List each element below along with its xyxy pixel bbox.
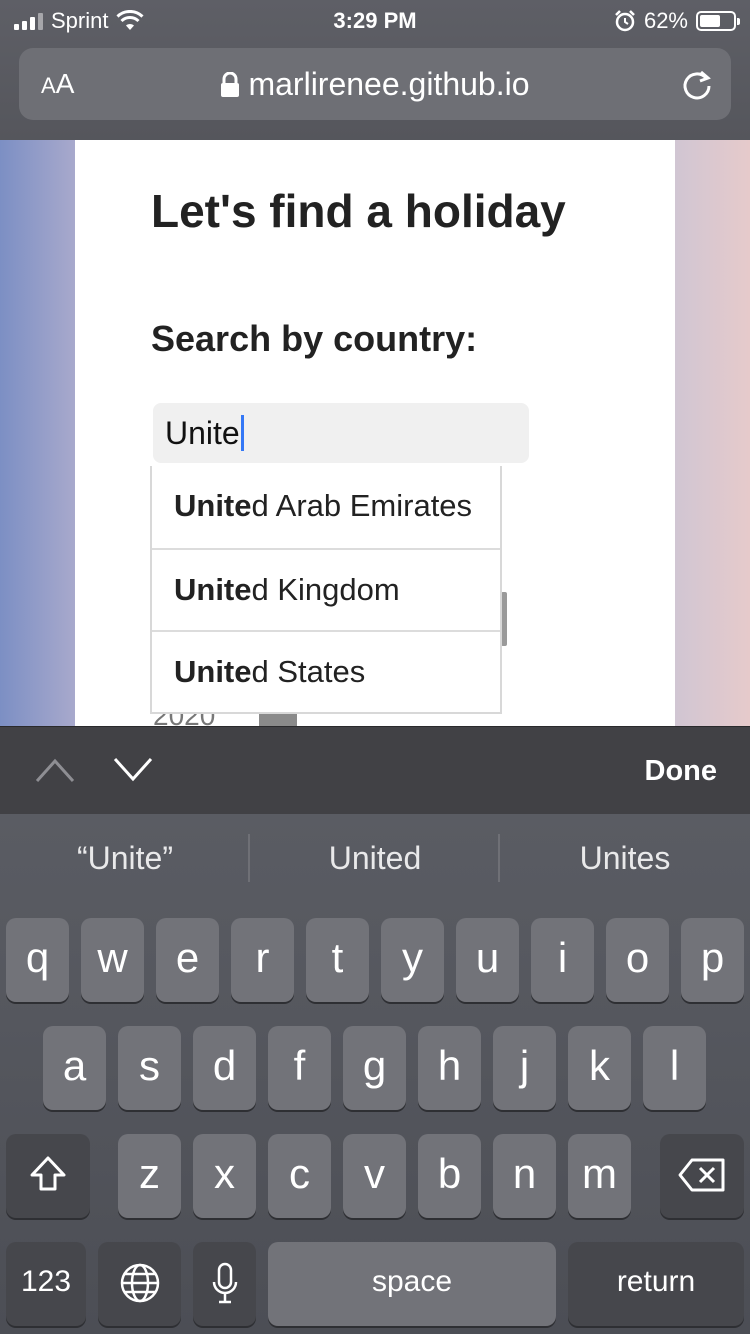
lock-icon <box>221 72 240 97</box>
key-r[interactable]: r <box>231 918 294 1002</box>
url-text: marlirenee.github.io <box>248 66 530 102</box>
prediction-3[interactable]: Unites <box>500 832 750 884</box>
previous-field-icon[interactable] <box>34 755 76 785</box>
suggestion-rest: d States <box>251 654 366 689</box>
prediction-1[interactable]: “Unite” <box>0 832 250 884</box>
key-a[interactable]: a <box>43 1026 106 1110</box>
url-display[interactable]: marlirenee.github.io <box>19 66 731 103</box>
numbers-key[interactable]: 123 <box>6 1242 86 1326</box>
key-z[interactable]: z <box>118 1134 181 1218</box>
key-o[interactable]: o <box>606 918 669 1002</box>
autocomplete-list: United Arab Emirates United Kingdom Unit… <box>150 466 502 714</box>
search-heading: Search by country: <box>151 318 478 359</box>
key-w[interactable]: w <box>81 918 144 1002</box>
key-y[interactable]: y <box>381 918 444 1002</box>
alarm-icon <box>615 10 635 32</box>
delete-key[interactable] <box>660 1134 744 1218</box>
predictive-bar: “Unite” United Unites <box>0 814 750 910</box>
reload-icon[interactable] <box>679 66 715 102</box>
page-title: Let's find a holiday <box>151 185 566 237</box>
globe-key[interactable] <box>98 1242 181 1326</box>
address-bar[interactable]: AA marlirenee.github.io <box>19 48 731 120</box>
space-key[interactable]: space <box>268 1242 556 1326</box>
status-bar: Sprint 3:29 PM 62% <box>0 0 750 42</box>
key-u[interactable]: u <box>456 918 519 1002</box>
suggestion-united-arab-emirates[interactable]: United Arab Emirates <box>152 466 500 548</box>
key-k[interactable]: k <box>568 1026 631 1110</box>
key-i[interactable]: i <box>531 918 594 1002</box>
key-e[interactable]: e <box>156 918 219 1002</box>
status-right: 62% <box>614 8 740 34</box>
suggestion-united-states[interactable]: United States <box>152 630 500 712</box>
key-x[interactable]: x <box>193 1134 256 1218</box>
key-q[interactable]: q <box>6 918 69 1002</box>
backspace-icon <box>678 1158 725 1192</box>
key-s[interactable]: s <box>118 1026 181 1110</box>
key-j[interactable]: j <box>493 1026 556 1110</box>
keyboard-accessory-bar: Done <box>0 726 750 814</box>
key-f[interactable]: f <box>268 1026 331 1110</box>
content-card: Let's find a holiday Search by country: … <box>75 140 675 740</box>
text-caret <box>240 415 244 451</box>
suggestion-rest: d Kingdom <box>251 572 400 607</box>
key-h[interactable]: h <box>418 1026 481 1110</box>
suggestion-rest: d Arab Emirates <box>251 488 473 523</box>
shift-icon <box>30 1156 66 1191</box>
microphone-icon <box>212 1262 237 1304</box>
globe-icon <box>120 1263 159 1303</box>
suggestion-match: Unite <box>174 488 252 523</box>
key-n[interactable]: n <box>493 1134 556 1218</box>
return-key[interactable]: return <box>568 1242 744 1326</box>
key-g[interactable]: g <box>343 1026 406 1110</box>
country-search-input[interactable]: Unite <box>153 403 529 463</box>
browser-chrome: Sprint 3:29 PM 62% AA marlirenee.github.… <box>0 0 750 140</box>
key-m[interactable]: m <box>568 1134 631 1218</box>
search-input-value: Unite <box>165 414 240 451</box>
suggestion-match: Unite <box>174 572 252 607</box>
web-page: Let's find a holiday Search by country: … <box>0 140 750 740</box>
key-v[interactable]: v <box>343 1134 406 1218</box>
done-button[interactable]: Done <box>645 755 718 788</box>
suggestion-united-kingdom[interactable]: United Kingdom <box>152 548 500 630</box>
key-c[interactable]: c <box>268 1134 331 1218</box>
prediction-2[interactable]: United <box>250 832 500 884</box>
suggestion-match: Unite <box>174 654 252 689</box>
next-field-icon[interactable] <box>112 755 154 785</box>
dictation-key[interactable] <box>193 1242 256 1326</box>
key-p[interactable]: p <box>681 918 744 1002</box>
key-l[interactable]: l <box>643 1026 706 1110</box>
key-t[interactable]: t <box>306 918 369 1002</box>
keyboard: “Unite” United Unites q w e r t y u i o … <box>0 814 750 1334</box>
key-b[interactable]: b <box>418 1134 481 1218</box>
battery-percent: 62% <box>643 8 688 33</box>
battery-icon <box>696 11 740 31</box>
shift-key[interactable] <box>6 1134 90 1218</box>
key-d[interactable]: d <box>193 1026 256 1110</box>
